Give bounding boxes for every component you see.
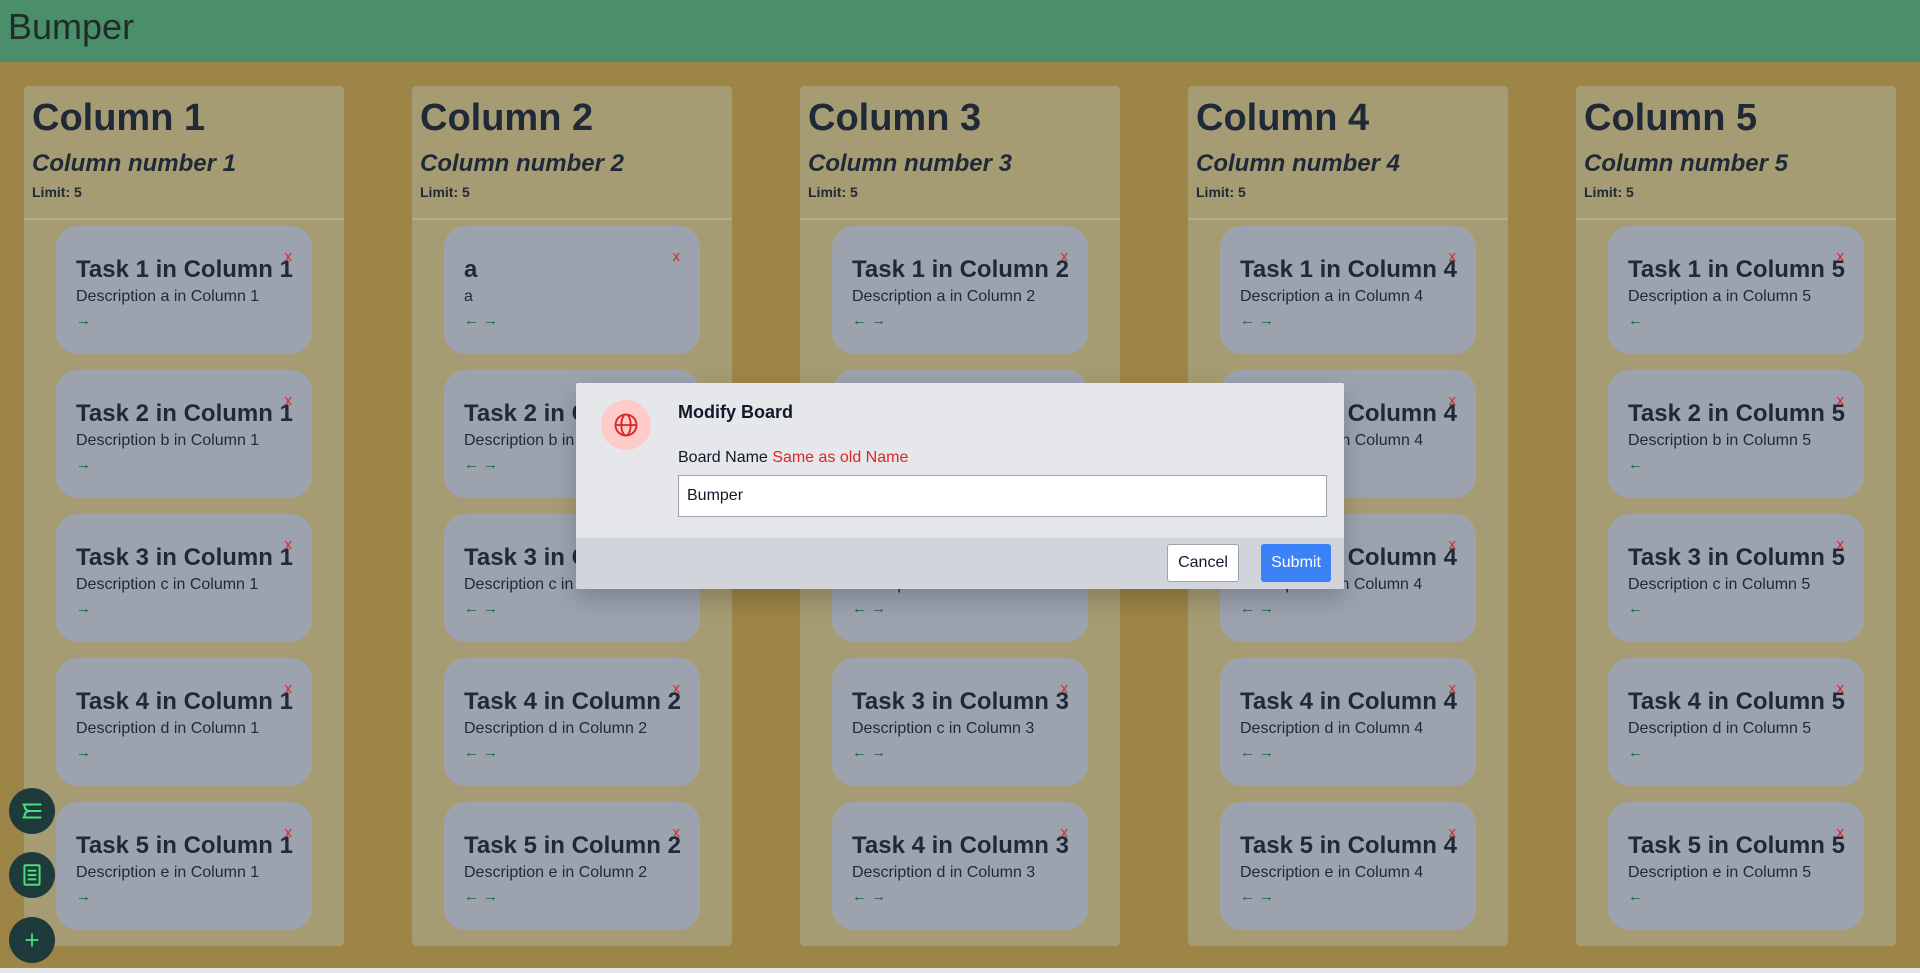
bottom-edge <box>0 968 1920 973</box>
connections-icon[interactable] <box>9 788 55 834</box>
board-name-input[interactable] <box>678 475 1327 517</box>
cancel-button[interactable]: Cancel <box>1167 544 1239 582</box>
globe-icon <box>601 400 651 450</box>
board-name-label: Board Name Same as old Name <box>678 449 908 467</box>
submit-button[interactable]: Submit <box>1261 544 1331 582</box>
document-icon[interactable] <box>9 852 55 898</box>
error-message: Same as old Name <box>772 449 909 466</box>
modal-body: Modify Board Board Name Same as old Name <box>576 383 1344 538</box>
modify-board-modal: Modify Board Board Name Same as old Name… <box>576 383 1344 589</box>
modal-title: Modify Board <box>678 402 793 422</box>
field-label: Board Name <box>678 449 768 466</box>
plus-icon[interactable] <box>9 917 55 963</box>
